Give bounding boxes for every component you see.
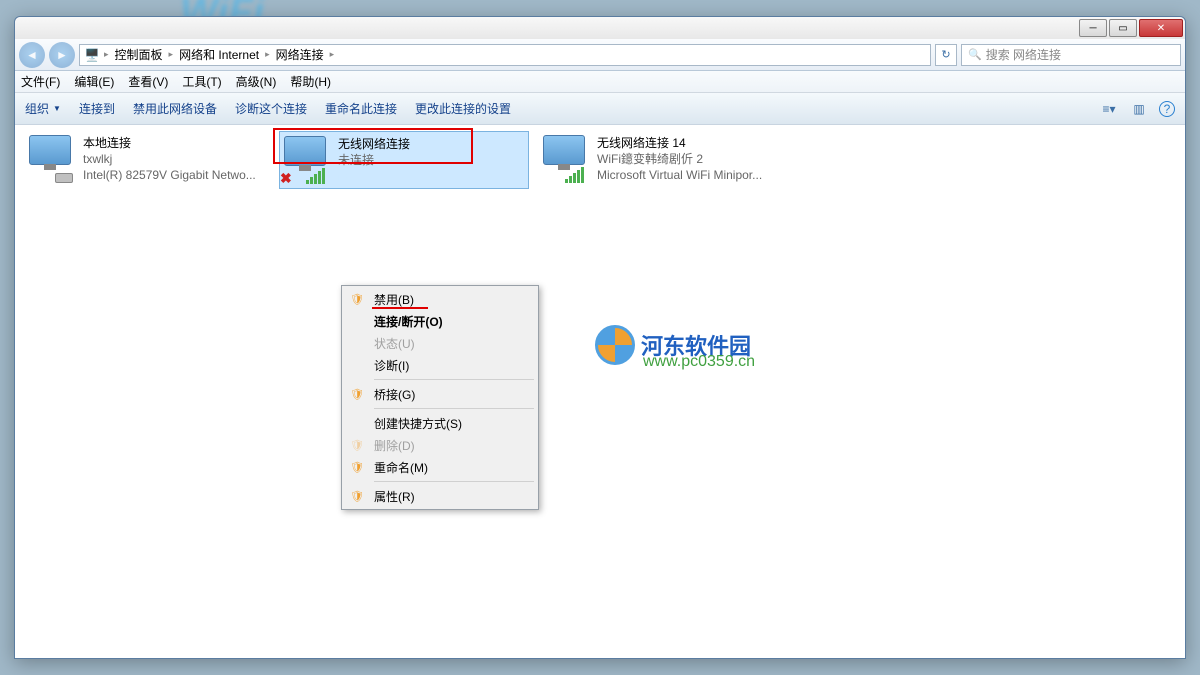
tool-disable[interactable]: 禁用此网络设备 <box>133 100 217 117</box>
shield-icon: 🛡 <box>349 386 365 402</box>
chevron-down-icon: ▼ <box>53 104 61 113</box>
conn-sub: WiFi鐿变韩绮剧伒 2 <box>597 151 762 167</box>
menu-bar: 文件(F) 编辑(E) 查看(V) 工具(T) 高级(N) 帮助(H) <box>15 71 1185 93</box>
control-panel-icon: 🖥️ <box>84 47 100 63</box>
shield-icon: 🛡 <box>349 488 365 504</box>
ctx-bridge[interactable]: 🛡桥接(G) <box>344 383 536 405</box>
nav-toolbar: ◄ ► 🖥️ ▸ 控制面板 ▸ 网络和 Internet ▸ 网络连接 ▸ ↻ … <box>15 39 1185 71</box>
context-menu: 🛡禁用(B) 连接/断开(O) 状态(U) 诊断(I) 🛡桥接(G) 创建快捷方… <box>341 285 539 510</box>
menu-separator <box>374 481 534 482</box>
shield-icon: 🛡 <box>349 291 365 307</box>
ctx-status: 状态(U) <box>344 332 536 354</box>
conn-sub: 未连接 <box>338 152 410 168</box>
conn-dev: rd <box>338 168 410 184</box>
watermark: 河东软件园 www.pc0359.cn <box>595 325 751 365</box>
conn-title: 无线网络连接 <box>338 136 410 152</box>
minimize-button[interactable]: ─ <box>1079 19 1107 37</box>
content-area: 本地连接 txwlkj Intel(R) 82579V Gigabit Netw… <box>15 125 1185 658</box>
conn-sub: txwlkj <box>83 151 256 167</box>
preview-pane-icon[interactable]: ▥ <box>1129 101 1149 117</box>
ctx-delete: 🛡删除(D) <box>344 434 536 456</box>
search-placeholder: 搜索 网络连接 <box>986 46 1061 63</box>
tool-diagnose[interactable]: 诊断这个连接 <box>235 100 307 117</box>
close-button[interactable]: ✕ <box>1139 19 1183 37</box>
menu-file[interactable]: 文件(F) <box>21 73 60 90</box>
tool-settings[interactable]: 更改此连接的设置 <box>415 100 511 117</box>
menu-tools[interactable]: 工具(T) <box>182 73 221 90</box>
network-icon <box>543 135 591 183</box>
conn-dev: Microsoft Virtual WiFi Minipor... <box>597 167 762 183</box>
connection-wireless-14[interactable]: 无线网络连接 14 WiFi鐿变韩绮剧伒 2 Microsoft Virtual… <box>539 131 789 187</box>
connection-wireless[interactable]: ✖ 无线网络连接 未连接 rd <box>279 131 529 189</box>
ctx-shortcut[interactable]: 创建快捷方式(S) <box>344 412 536 434</box>
menu-separator <box>374 379 534 380</box>
conn-dev: Intel(R) 82579V Gigabit Netwo... <box>83 167 256 183</box>
refresh-button[interactable]: ↻ <box>935 44 957 66</box>
highlight-underline <box>372 307 428 309</box>
network-icon <box>29 135 77 183</box>
ctx-connect-disconnect[interactable]: 连接/断开(O) <box>344 310 536 332</box>
crumb-network-connections[interactable]: 网络连接 <box>270 46 330 63</box>
window-titlebar: ─ ▭ ✕ <box>15 17 1185 39</box>
menu-edit[interactable]: 编辑(E) <box>74 73 114 90</box>
signal-bars-icon <box>306 168 325 184</box>
tool-connect[interactable]: 连接到 <box>79 100 115 117</box>
crumb-network-internet[interactable]: 网络和 Internet <box>173 46 265 63</box>
tool-rename[interactable]: 重命名此连接 <box>325 100 397 117</box>
ctx-properties[interactable]: 🛡属性(R) <box>344 485 536 507</box>
watermark-logo-icon <box>595 325 635 365</box>
shield-icon: 🛡 <box>349 437 365 453</box>
ctx-diagnose[interactable]: 诊断(I) <box>344 354 536 376</box>
help-icon[interactable]: ? <box>1159 101 1175 117</box>
conn-title: 无线网络连接 14 <box>597 135 762 151</box>
ctx-rename[interactable]: 🛡重命名(M) <box>344 456 536 478</box>
menu-separator <box>374 408 534 409</box>
search-input[interactable]: 搜索 网络连接 <box>961 44 1181 66</box>
maximize-button[interactable]: ▭ <box>1109 19 1137 37</box>
back-button[interactable]: ◄ <box>19 42 45 68</box>
connection-local[interactable]: 本地连接 txwlkj Intel(R) 82579V Gigabit Netw… <box>25 131 275 187</box>
explorer-window: ─ ▭ ✕ ◄ ► 🖥️ ▸ 控制面板 ▸ 网络和 Internet ▸ 网络连… <box>14 16 1186 659</box>
conn-title: 本地连接 <box>83 135 256 151</box>
crumb-control-panel[interactable]: 控制面板 <box>109 46 169 63</box>
menu-help[interactable]: 帮助(H) <box>290 73 331 90</box>
forward-button[interactable]: ► <box>49 42 75 68</box>
breadcrumb-bar[interactable]: 🖥️ ▸ 控制面板 ▸ 网络和 Internet ▸ 网络连接 ▸ <box>79 44 931 66</box>
signal-bars-icon <box>565 167 584 183</box>
menu-view[interactable]: 查看(V) <box>128 73 168 90</box>
menu-advanced[interactable]: 高级(N) <box>236 73 277 90</box>
shield-icon: 🛡 <box>349 459 365 475</box>
network-icon: ✖ <box>284 136 332 184</box>
command-bar: 组织 ▼ 连接到 禁用此网络设备 诊断这个连接 重命名此连接 更改此连接的设置 … <box>15 93 1185 125</box>
view-options-icon[interactable]: ≡▾ <box>1099 101 1119 117</box>
error-x-icon: ✖ <box>280 170 296 186</box>
tool-organize[interactable]: 组织 ▼ <box>25 100 61 117</box>
crumb-sep-icon: ▸ <box>330 49 335 60</box>
watermark-url: www.pc0359.cn <box>643 353 755 371</box>
